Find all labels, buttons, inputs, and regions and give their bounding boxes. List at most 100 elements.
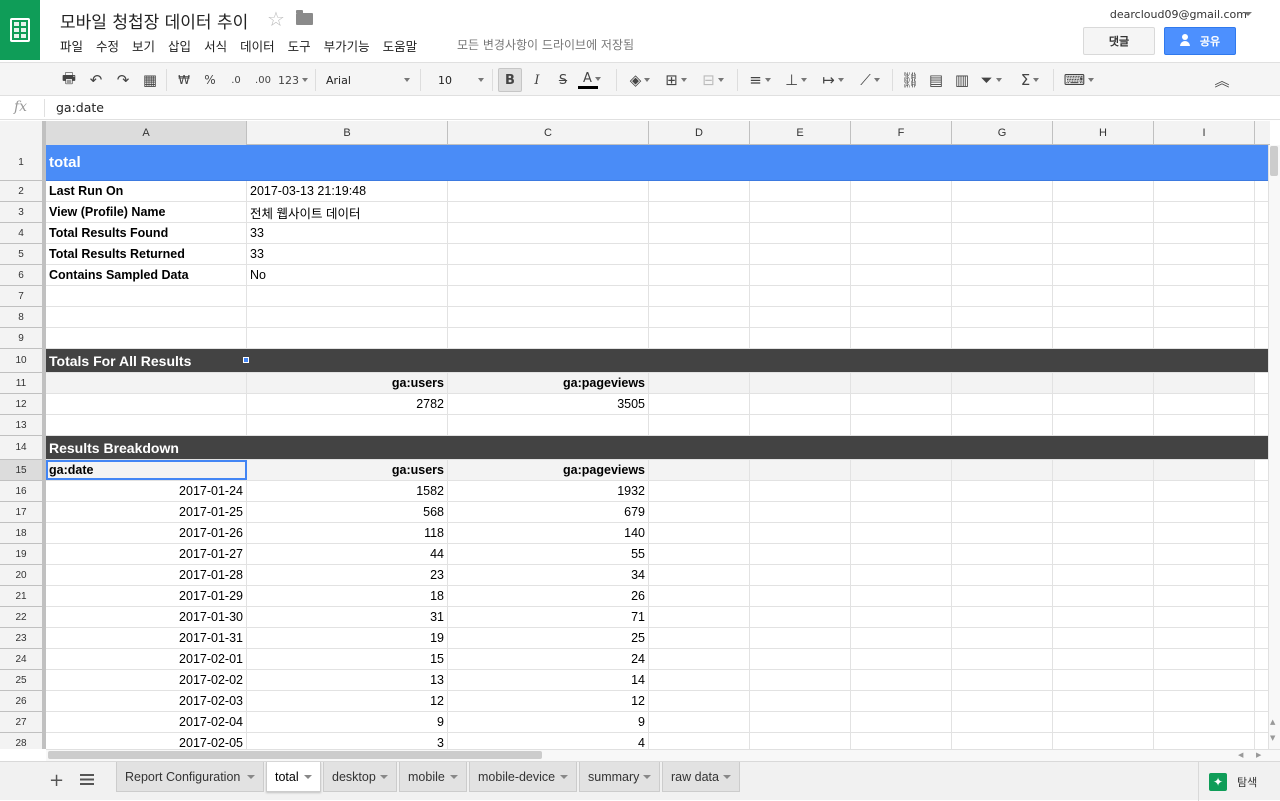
cell-E23[interactable] <box>750 628 851 648</box>
collapse-menu-icon[interactable]: ︽ <box>1211 69 1233 91</box>
column-header[interactable]: B <box>247 121 448 145</box>
cell-F20[interactable] <box>851 565 952 585</box>
cell-I7[interactable] <box>1154 286 1255 306</box>
chevron-down-icon[interactable] <box>560 775 568 779</box>
cell-F9[interactable] <box>851 328 952 348</box>
cell-C6[interactable] <box>448 265 649 285</box>
vertical-align-icon[interactable]: ⊥ <box>780 69 812 91</box>
cell-C17[interactable]: 679 <box>448 502 649 522</box>
column-header[interactable]: A <box>46 121 247 145</box>
insert-chart-icon[interactable]: ▥ <box>951 69 973 91</box>
sheet-tab-total[interactable]: total <box>266 762 321 792</box>
undo-icon[interactable]: ↶ <box>85 69 107 91</box>
sheet-tab-summary[interactable]: summary <box>579 762 660 792</box>
cell-E24[interactable] <box>750 649 851 669</box>
cell-E19[interactable] <box>750 544 851 564</box>
column-header[interactable]: F <box>851 121 952 145</box>
column-header[interactable]: I <box>1154 121 1255 145</box>
cell-B27[interactable]: 9 <box>247 712 448 732</box>
fill-handle[interactable] <box>243 357 249 363</box>
cell-I3[interactable] <box>1154 202 1255 222</box>
cell-B2[interactable]: 2017-03-13 21:19:48 <box>247 181 448 201</box>
cell-F21[interactable] <box>851 586 952 606</box>
select-all-corner[interactable] <box>0 121 46 145</box>
cell-E7[interactable] <box>750 286 851 306</box>
cell-I22[interactable] <box>1154 607 1255 627</box>
cell-B8[interactable] <box>247 307 448 327</box>
cell-D2[interactable] <box>649 181 750 201</box>
scroll-left-icon[interactable]: ◀ <box>1238 751 1243 759</box>
row-header[interactable]: 18 <box>0 523 46 544</box>
cell-G8[interactable] <box>952 307 1053 327</box>
cell-G12[interactable] <box>952 394 1053 414</box>
cell-B25[interactable]: 13 <box>247 670 448 690</box>
cell-I8[interactable] <box>1154 307 1255 327</box>
strikethrough-button[interactable]: S <box>552 69 574 91</box>
cell-F28[interactable] <box>851 733 952 749</box>
cell-F23[interactable] <box>851 628 952 648</box>
cell-D20[interactable] <box>649 565 750 585</box>
cell-C18[interactable]: 140 <box>448 523 649 543</box>
cell-A17[interactable]: 2017-01-25 <box>46 502 247 522</box>
cell-A8[interactable] <box>46 307 247 327</box>
cell-I4[interactable] <box>1154 223 1255 243</box>
functions-button[interactable]: Σ <box>1014 69 1046 91</box>
increase-decimal-button[interactable]: .00 <box>252 69 274 91</box>
cell-H21[interactable] <box>1053 586 1154 606</box>
cell-C23[interactable]: 25 <box>448 628 649 648</box>
cell-E22[interactable] <box>750 607 851 627</box>
formula-input[interactable]: ga:date <box>56 100 104 115</box>
menu-item[interactable]: 파일 <box>60 36 83 55</box>
sheet-tab-report-configuration[interactable]: Report Configuration <box>116 762 264 792</box>
menu-item[interactable]: 보기 <box>132 36 155 55</box>
cell-C9[interactable] <box>448 328 649 348</box>
cell-H5[interactable] <box>1053 244 1154 264</box>
chevron-down-icon[interactable] <box>723 775 731 779</box>
cell-G23[interactable] <box>952 628 1053 648</box>
insert-link-icon[interactable]: ⛓ <box>899 69 921 91</box>
cell-C21[interactable]: 26 <box>448 586 649 606</box>
row-header[interactable]: 25 <box>0 670 46 691</box>
folder-icon[interactable] <box>296 10 313 25</box>
cell-D15[interactable] <box>649 460 750 480</box>
cell-E6[interactable] <box>750 265 851 285</box>
row-header[interactable]: 11 <box>0 373 46 394</box>
cell-H20[interactable] <box>1053 565 1154 585</box>
cell-E15[interactable] <box>750 460 851 480</box>
cell-E25[interactable] <box>750 670 851 690</box>
row-header[interactable]: 16 <box>0 481 46 502</box>
cell-B16[interactable]: 1582 <box>247 481 448 501</box>
share-button[interactable]: 공유 <box>1164 27 1236 55</box>
cell-F6[interactable] <box>851 265 952 285</box>
cell-F3[interactable] <box>851 202 952 222</box>
cell-D18[interactable] <box>649 523 750 543</box>
column-header[interactable]: D <box>649 121 750 145</box>
cell-A19[interactable]: 2017-01-27 <box>46 544 247 564</box>
cell-C8[interactable] <box>448 307 649 327</box>
cell-E26[interactable] <box>750 691 851 711</box>
cell-E28[interactable] <box>750 733 851 749</box>
cell-B22[interactable]: 31 <box>247 607 448 627</box>
cell-A16[interactable]: 2017-01-24 <box>46 481 247 501</box>
cell-I17[interactable] <box>1154 502 1255 522</box>
sheet-tab-desktop[interactable]: desktop <box>323 762 397 792</box>
input-tools-icon[interactable]: ⌨ <box>1060 69 1098 91</box>
menu-item[interactable]: 데이터 <box>240 36 275 55</box>
cell-H23[interactable] <box>1053 628 1154 648</box>
cell-E3[interactable] <box>750 202 851 222</box>
cell-C19[interactable]: 55 <box>448 544 649 564</box>
cell-I27[interactable] <box>1154 712 1255 732</box>
cell-F16[interactable] <box>851 481 952 501</box>
cell-I12[interactable] <box>1154 394 1255 414</box>
cell-I16[interactable] <box>1154 481 1255 501</box>
vertical-scrollbar[interactable] <box>1268 145 1280 749</box>
chevron-down-icon[interactable] <box>247 775 255 779</box>
scroll-down-icon[interactable]: ▼ <box>1270 734 1275 742</box>
cell-B20[interactable]: 23 <box>247 565 448 585</box>
cell-E5[interactable] <box>750 244 851 264</box>
cell-C22[interactable]: 71 <box>448 607 649 627</box>
cell-D25[interactable] <box>649 670 750 690</box>
cell-I18[interactable] <box>1154 523 1255 543</box>
cell-H27[interactable] <box>1053 712 1154 732</box>
cell-B23[interactable]: 19 <box>247 628 448 648</box>
